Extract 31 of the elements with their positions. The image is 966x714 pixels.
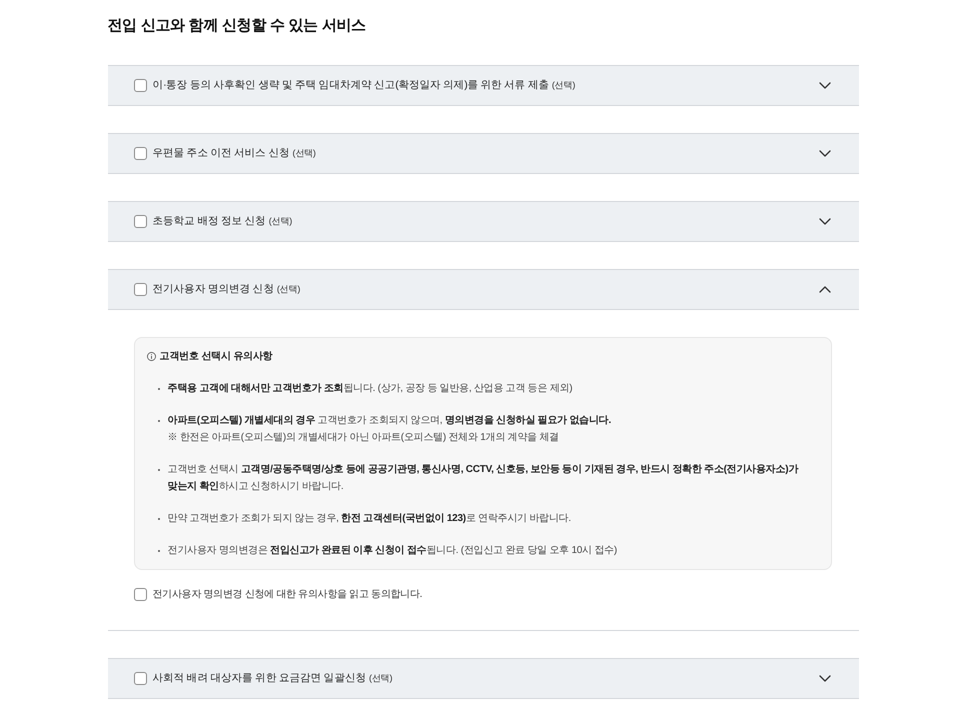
notice-note: ※ 한전은 아파트(오피스텔)의 개별세대가 아닌 아파트(오피스텔) 전체와 1개의 계약을 체결 [168, 431, 560, 445]
service-label: 우편물 주소 이전 서비스 신청 [152, 146, 290, 161]
accordion-header[interactable]: 사회적 배려 대상자를 위한 요금감면 일괄신청 (선택) [108, 658, 858, 699]
info-icon [146, 352, 156, 361]
service-label: 초등학교 배정 정보 신청 [152, 214, 266, 229]
service-label: 사회적 배려 대상자를 위한 요금감면 일괄신청 [152, 670, 366, 686]
checkbox[interactable] [134, 672, 146, 685]
optional-label: (선택) [369, 672, 392, 685]
optional-label: (선택) [276, 282, 300, 296]
accordion-header[interactable]: 이·통장 등의 사후확인 생략 및 주택 임대차계약 신고(확정일자 의제)를 위한 서류 제출 (선택) [108, 65, 858, 106]
optional-label: (선택) [292, 146, 316, 160]
optional-label: (선택) [552, 78, 576, 92]
checkbox[interactable] [134, 215, 146, 228]
checkbox[interactable] [134, 588, 146, 601]
notice-text: 만약 고객번호가 조회가 되지 않는 경우, 한전 고객센터(국번없이 123)로 연락주시기 바랍니다. [168, 512, 571, 526]
section-title: 전입 신고와 함께 신청할 수 있는 서비스 [108, 16, 367, 36]
accordion-header[interactable]: 우편물 주소 이전 서비스 신청 (선택) [108, 133, 858, 174]
agreement-label: 전기사용자 명의변경 신청에 대한 유의사항을 읽고 동의합니다. [152, 588, 422, 602]
optional-label: (선택) [268, 214, 292, 228]
checkbox[interactable] [134, 283, 146, 296]
service-label: 이·통장 등의 사후확인 생략 및 주택 임대차계약 신고(확정일자 의제)를 위한 서류 제출 [152, 78, 549, 93]
checkbox[interactable] [134, 147, 146, 160]
checkbox[interactable] [134, 79, 146, 92]
notice-text: 주택용 고객에 대해서만 고객번호가 조회됩니다. (상가, 공장 등 일반용, 산업용 고객 등은 제외) [168, 382, 572, 396]
notice-title: 고객번호 선택시 유의사항 [160, 350, 272, 364]
accordion-header[interactable]: 초등학교 배정 정보 신청 (선택) [108, 201, 858, 242]
notice-text: 전기사용자 명의변경은 전입신고가 완료된 이후 신청이 접수됩니다. (전입신고 완료 당일 오후 10시 접수) [168, 544, 617, 558]
notice-text: 고객번호 선택시 고객명/공동주택명/상호 등에 공공기관명, 통신사명, CCTV, 신호등, 보안등 등이 기재된 경우, 반드시 정확한 주소(전기사용자소)가 맞는지 확인하시고 신청하시기 바랍니다. [168, 463, 800, 494]
accordion-header[interactable]: 전기사용자 명의변경 신청 (선택) [108, 269, 858, 310]
service-label: 전기사용자 명의변경 신청 [152, 282, 274, 297]
notice-text: 아파트(오피스텔) 개별세대의 경우 고객번호가 조회되지 않으며, 명의변경을 신청하실 필요가 없습니다. [168, 414, 611, 428]
